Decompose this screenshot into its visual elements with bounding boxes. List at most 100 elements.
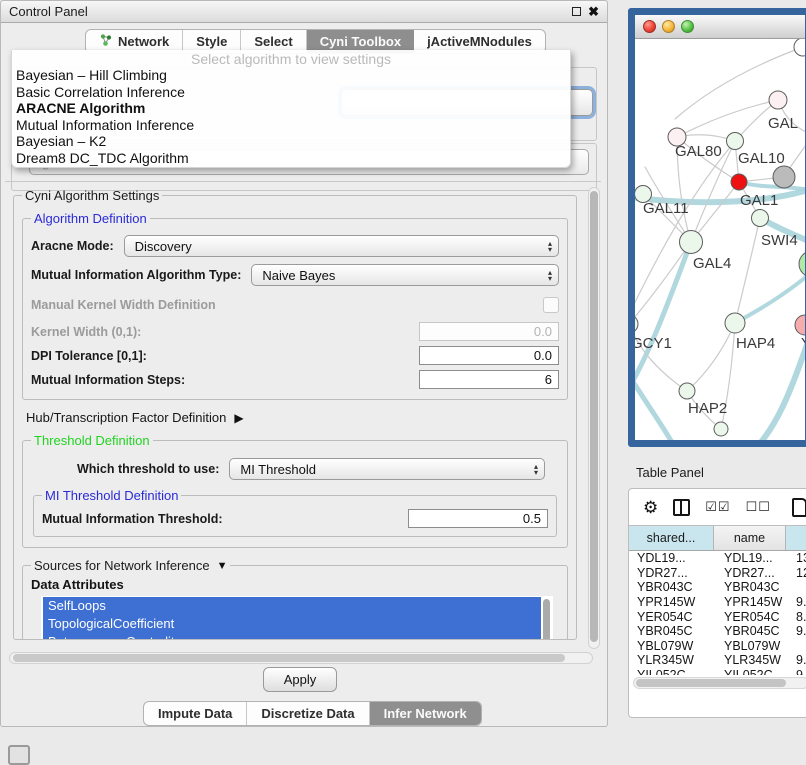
select-all-checkboxes-icon[interactable] (705, 498, 730, 516)
zoom-traffic-light-icon[interactable] (681, 20, 694, 33)
network-node[interactable] (714, 422, 728, 436)
cell-name: YBR045C (714, 624, 786, 638)
network-node[interactable] (773, 166, 795, 188)
network-node[interactable] (680, 231, 703, 254)
table-row[interactable]: YDL19... YDL19... 13 (629, 551, 806, 566)
algorithm-option[interactable]: Bayesian – Hill Climbing (12, 67, 570, 84)
cyni-algorithm-settings-title: Cyni Algorithm Settings (22, 188, 162, 203)
attribute-item-selected[interactable]: TopologicalCoefficient (43, 615, 541, 633)
network-node[interactable] (795, 315, 806, 335)
table-row[interactable]: YER054C YER054C 8. (629, 609, 806, 624)
network-graph: GALGAL80GAL10GAL1GAL11SWI4GAL4GCY1HAP4YH… (635, 39, 806, 441)
attribute-item-selected[interactable]: BetweennessCentrality (43, 633, 541, 640)
settings-vertical-scrollbar[interactable] (588, 187, 600, 649)
close-traffic-light-icon[interactable] (643, 20, 656, 33)
network-edge (635, 369, 677, 441)
chevron-down-icon[interactable]: ▼ (217, 560, 228, 572)
network-node[interactable] (769, 91, 787, 109)
column-header[interactable] (786, 526, 806, 550)
which-threshold-select[interactable]: MI Threshold (229, 458, 545, 480)
cell-value: 9 (786, 668, 806, 675)
stepper-icon (534, 460, 538, 479)
column-header[interactable]: name (714, 526, 786, 550)
cell-value: 13 (786, 551, 806, 565)
column-header[interactable]: shared... (629, 526, 714, 550)
table-row[interactable]: YIL052C YIL052C 9 (629, 668, 806, 675)
aracne-mode-select[interactable]: Discovery (124, 235, 559, 257)
table-row[interactable]: YPR145W YPR145W 9. (629, 595, 806, 610)
cell-name: YLR345W (714, 653, 786, 667)
table-row[interactable]: YDR27... YDR27... 12 (629, 566, 806, 581)
mi-steps-field[interactable]: 6 (419, 370, 559, 389)
algorithm-option[interactable]: Mutual Information Inference (12, 117, 570, 134)
close-icon[interactable]: ✖ (588, 7, 599, 17)
divider (5, 181, 601, 182)
cell-value: 12 (786, 566, 806, 580)
settings-horizontal-scrollbar[interactable] (9, 652, 593, 664)
network-node[interactable] (794, 39, 806, 56)
gear-icon[interactable]: ⚙ (643, 499, 658, 516)
columns-icon[interactable] (673, 499, 690, 516)
manual-kernel-checkbox[interactable] (543, 297, 559, 313)
algorithm-option[interactable]: Dream8 DC_TDC Algorithm (12, 150, 570, 167)
attribute-item-selected[interactable]: SelfLoops (43, 597, 541, 615)
mi-type-select[interactable]: Naive Bayes (251, 264, 559, 286)
network-node[interactable] (635, 315, 638, 333)
mi-threshold-group-title: MI Threshold Definition (42, 488, 181, 503)
dpi-tolerance-field[interactable]: 0.0 (419, 346, 559, 365)
cell-name: YBL079W (714, 639, 786, 653)
table-horizontal-scrollbar[interactable] (633, 677, 806, 689)
mi-type-label: Mutual Information Algorithm Type: (31, 268, 241, 282)
table-row[interactable]: YBL079W YBL079W (629, 639, 806, 654)
network-node[interactable] (799, 251, 806, 277)
bottom-tab[interactable]: Infer Network (370, 702, 481, 725)
algorithm-option[interactable]: ARACNE Algorithm (12, 100, 570, 117)
data-attributes-list[interactable]: SelfLoops TopologicalCoefficient Between… (41, 596, 553, 640)
hub-definition-toggle[interactable]: Hub/Transcription Factor Definition ▶ (26, 410, 568, 425)
cyni-algorithm-settings-group: Cyni Algorithm Settings Algorithm Defini… (13, 188, 577, 640)
float-window-icon[interactable] (572, 7, 581, 16)
apply-button[interactable]: Apply (263, 667, 337, 692)
network-node[interactable] (752, 210, 769, 227)
deselect-all-checkboxes-icon[interactable] (746, 498, 771, 516)
cell-shared-name: YPR145W (629, 595, 714, 609)
node-label: Y (801, 335, 806, 352)
mi-threshold-label: Mutual Information Threshold: (42, 512, 223, 526)
corner-button-fragment[interactable] (8, 745, 30, 765)
mi-threshold-group: MI Threshold Definition Mutual Informati… (33, 488, 557, 537)
bottom-tab[interactable]: Impute Data (144, 702, 247, 725)
cell-name: YER054C (714, 610, 786, 624)
kernel-width-label: Kernel Width (0,1): (31, 325, 141, 339)
table-panel-title: Table Panel (636, 465, 704, 480)
aracne-mode-label: Aracne Mode: (31, 239, 114, 253)
list-scrollbar[interactable] (543, 599, 550, 640)
algorithm-option[interactable]: Bayesian – K2 (12, 133, 570, 150)
tab-label: Style (196, 34, 227, 49)
network-node[interactable] (679, 383, 695, 399)
network-node[interactable] (727, 133, 744, 150)
which-threshold-value: MI Threshold (240, 462, 316, 477)
network-node[interactable] (731, 174, 747, 190)
network-edge (675, 47, 803, 119)
table-row[interactable]: YBR045C YBR045C 9. (629, 624, 806, 639)
new-table-icon[interactable] (792, 498, 806, 517)
algorithm-option[interactable]: Basic Correlation Inference (12, 84, 570, 101)
bottom-tab[interactable]: Discretize Data (247, 702, 369, 725)
network-canvas[interactable]: GALGAL80GAL10GAL1GAL11SWI4GAL4GCY1HAP4YH… (635, 39, 805, 441)
column-header-label: shared... (647, 531, 696, 545)
minimize-traffic-light-icon[interactable] (662, 20, 675, 33)
sources-group: Sources for Network Inference▼ Data Attr… (22, 558, 568, 640)
table-header: shared... name (629, 525, 806, 551)
cell-value: 9. (786, 624, 806, 638)
threshold-definition-title: Threshold Definition (31, 433, 153, 448)
mi-threshold-field[interactable]: 0.5 (408, 509, 548, 528)
manual-kernel-label: Manual Kernel Width Definition (31, 298, 216, 312)
dpi-tolerance-label: DPI Tolerance [0,1]: (31, 349, 147, 363)
mi-type-value: Naive Bayes (262, 268, 335, 283)
table-row[interactable]: YBR043C YBR043C (629, 580, 806, 595)
table-panel: ⚙ shared... name YDL19... YDL19... 13 YD… (628, 488, 806, 718)
control-panel: Control Panel ✖ Network Style Select (0, 0, 608, 727)
network-node[interactable] (725, 313, 745, 333)
threshold-definition-group: Threshold Definition Which threshold to … (22, 433, 568, 548)
table-row[interactable]: YLR345W YLR345W 9. (629, 653, 806, 668)
